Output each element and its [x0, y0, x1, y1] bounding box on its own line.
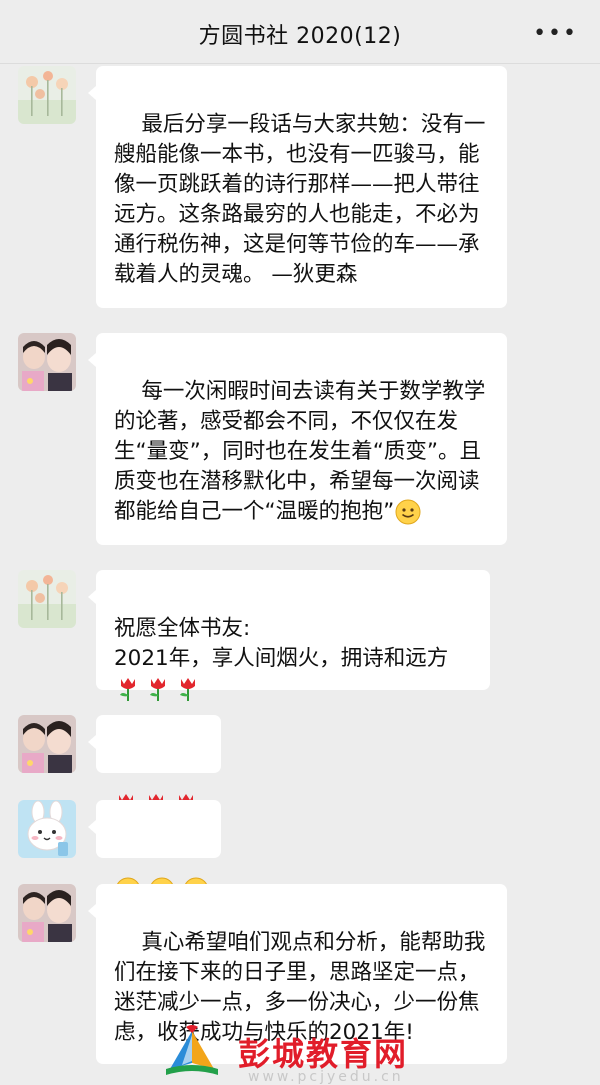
- watermark-url: www.pcjyedu.cn: [248, 1069, 404, 1085]
- flower-avatar[interactable]: [18, 66, 76, 124]
- message-text: 最后分享一段话与大家共勉：没有一艘船能像一本书，也没有一匹骏马，能像一页跳跃着的…: [114, 112, 486, 287]
- message-text: 每一次闲暇时间去读有关于数学教学的论著，感受都会不同，不仅仅在发生“量变”，同时…: [114, 379, 486, 524]
- kids-avatar[interactable]: [18, 333, 76, 391]
- message-bubble[interactable]: 最后分享一段话与大家共勉：没有一艘船能像一本书，也没有一匹骏马，能像一页跳跃着的…: [88, 66, 507, 308]
- kids-avatar-image: [18, 884, 76, 942]
- flower-avatar-image: [18, 66, 76, 124]
- kids-avatar-image: [18, 715, 76, 773]
- message-bubble[interactable]: [88, 800, 221, 903]
- tulip-emoji-group: [116, 675, 200, 703]
- site-watermark: 彭城教育网 www.pcjyedu.cn: [162, 1025, 462, 1085]
- tulip-emoji: [120, 678, 135, 701]
- message-bubble[interactable]: 祝愿全体书友: 2021年，享人间烟火，拥诗和远方: [88, 570, 490, 701]
- message-bubble[interactable]: [88, 715, 221, 817]
- kids-avatar[interactable]: [18, 884, 76, 942]
- flower-avatar-image: [18, 570, 76, 628]
- kids-avatar-image: [18, 333, 76, 391]
- cartoon-avatar[interactable]: [18, 800, 76, 858]
- tulip-emoji: [180, 678, 195, 701]
- message-text-line1: 祝愿全体书友:: [114, 616, 251, 641]
- book-logo-icon: [166, 1025, 218, 1075]
- cartoon-bunny-avatar-image: [18, 800, 76, 858]
- chat-title: 方圆书社 2020(12): [198, 24, 402, 49]
- flower-avatar[interactable]: [18, 570, 76, 628]
- message-text-line2: 2021年，享人间烟火，拥诗和远方: [114, 646, 449, 671]
- kids-avatar[interactable]: [18, 715, 76, 773]
- tulip-emoji: [150, 678, 165, 701]
- chat-header: 方圆书社 2020(12) •••: [0, 0, 600, 64]
- smile-emoji: [395, 499, 421, 525]
- more-icon[interactable]: •••: [533, 21, 578, 46]
- message-bubble[interactable]: 每一次闲暇时间去读有关于数学教学的论著，感受都会不同，不仅仅在发生“量变”，同时…: [88, 333, 507, 545]
